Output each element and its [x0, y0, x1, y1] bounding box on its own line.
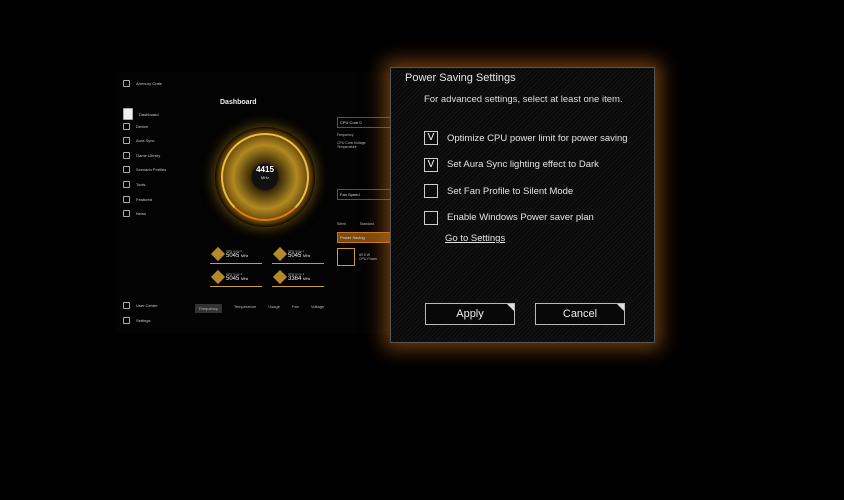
checkbox[interactable]: [424, 184, 438, 198]
right-panel: CPU Core 0 Frequency CPU Core Voltage Te…: [337, 117, 392, 266]
sidebar-item-news[interactable]: News: [123, 210, 146, 218]
option-row[interactable]: V Set Aura Sync lighting effect to Dark: [424, 157, 599, 172]
power-saving-header[interactable]: Power Saving: [337, 232, 392, 243]
sidebar-icon: [123, 181, 130, 188]
sidebar-item-featured[interactable]: Featured: [123, 195, 152, 203]
option-row[interactable]: Enable Windows Power saver plan: [424, 210, 594, 225]
app-logo: Armoury Crate: [123, 80, 162, 87]
tab-temperature[interactable]: Temperature: [234, 304, 256, 313]
fan-mode-silent[interactable]: Silent: [337, 222, 346, 226]
fan-mode-standard[interactable]: Standard: [360, 222, 374, 226]
chip-icon: [210, 269, 226, 284]
sidebar-item-settings[interactable]: Settings: [123, 317, 150, 324]
option-row[interactable]: Set Fan Profile to Silent Mode: [424, 184, 573, 198]
core-card: CPU Core 0 5045 MHz: [210, 244, 262, 264]
core-selector[interactable]: CPU Core 0: [337, 117, 392, 128]
sidebar-icon: [123, 166, 130, 174]
dialog-title: Power Saving Settings: [405, 72, 516, 84]
sidebar-icon: [123, 122, 130, 130]
checkbox[interactable]: [424, 210, 438, 225]
sidebar-item-scenario-profiles[interactable]: Scenario Profiles: [123, 166, 166, 174]
core-card: CPU Core 3 3364 MHz: [272, 267, 324, 287]
sidebar-icon: [123, 210, 130, 218]
frequency-gauge: 4415 MHz: [215, 127, 315, 227]
power-saving-dialog: Power Saving Settings For advanced setti…: [390, 67, 655, 343]
sidebar-item-device[interactable]: Device: [123, 122, 148, 130]
user-icon: [123, 302, 130, 309]
sidebar-icon: [123, 108, 133, 120]
sidebar-icon: [123, 151, 130, 159]
dialog-subtitle: For advanced settings, select at least o…: [424, 94, 623, 105]
option-row[interactable]: V Optimize CPU power limit for power savi…: [424, 131, 628, 145]
gear-icon: [123, 317, 130, 324]
sidebar-item-tools[interactable]: Tools: [123, 181, 145, 188]
tab-usage[interactable]: Usage: [268, 304, 280, 313]
chip-icon: [272, 269, 288, 284]
core-card: CPU Core 1 5045 MHz: [272, 244, 324, 264]
tab-voltage[interactable]: Voltage: [311, 304, 324, 313]
checkbox[interactable]: V: [424, 131, 438, 145]
cancel-button[interactable]: Cancel: [535, 303, 625, 325]
power-icon: [337, 248, 355, 266]
checkbox[interactable]: V: [424, 157, 438, 172]
armoury-crate-window: Armoury Crate Dashboard Device Aura Sync Ga…: [115, 72, 392, 334]
logo-icon: [123, 80, 130, 87]
tab-fan[interactable]: Fan: [292, 304, 299, 313]
chip-icon: [210, 246, 226, 261]
sidebar-item-dashboard[interactable]: Dashboard: [123, 108, 159, 120]
go-to-settings-link[interactable]: Go to Settings: [445, 233, 505, 244]
apply-button[interactable]: Apply: [425, 303, 515, 325]
page-title: Dashboard: [220, 99, 257, 106]
sidebar-item-game-library[interactable]: Game Library: [123, 151, 160, 159]
tab-frequency[interactable]: Frequency: [195, 304, 222, 313]
fan-speed-header: Fan Speed: [337, 189, 392, 200]
chip-icon: [272, 246, 288, 261]
sidebar: Armoury Crate Dashboard Device Aura Sync Ga…: [115, 72, 185, 334]
sidebar-icon: [123, 137, 130, 145]
sidebar-item-aura-sync[interactable]: Aura Sync: [123, 137, 154, 145]
sidebar-item-user-center[interactable]: User Center: [123, 302, 158, 309]
sidebar-icon: [123, 195, 130, 203]
core-card: CPU Core 2 5045 MHz: [210, 267, 262, 287]
